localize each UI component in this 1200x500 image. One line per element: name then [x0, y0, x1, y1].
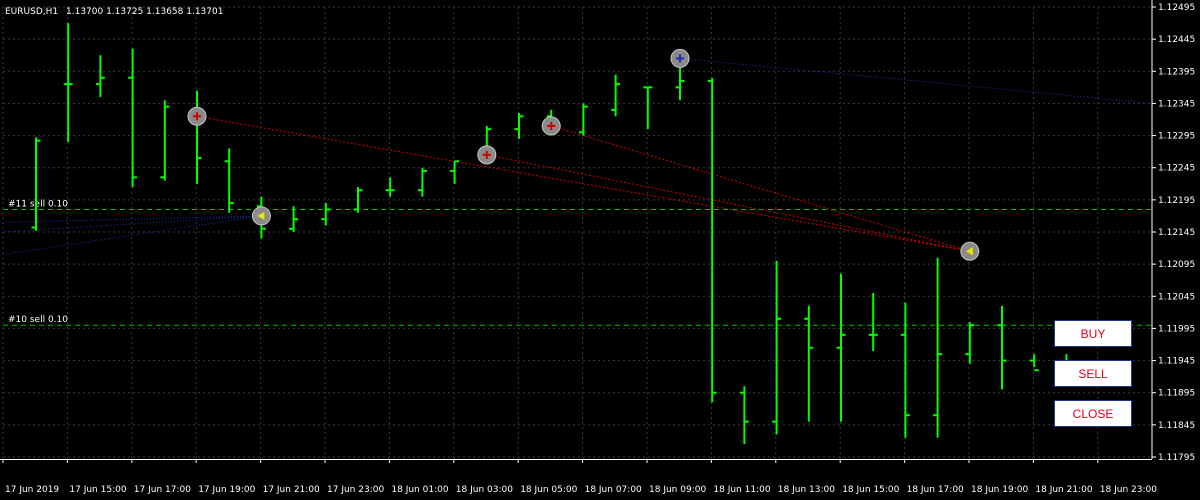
price-tick-label: 1.11945	[1158, 357, 1195, 367]
sell-marker	[477, 145, 497, 165]
close-marker	[960, 241, 980, 261]
time-tick-label: 18 Jun 03:00	[456, 485, 513, 495]
time-tick-label: 18 Jun 17:00	[907, 485, 964, 495]
close-marker	[251, 206, 271, 226]
time-tick-label: 18 Jun 15:00	[842, 485, 899, 495]
price-tick-label: 1.11795	[1158, 453, 1195, 463]
price-tick-label: 1.12095	[1158, 260, 1195, 270]
buy-button[interactable]: BUY	[1054, 320, 1132, 347]
price-tick-label: 1.11995	[1158, 324, 1195, 334]
time-tick-label: 18 Jun 21:00	[1035, 485, 1092, 495]
price-tick-label: 1.12295	[1158, 132, 1195, 142]
time-tick-label: 18 Jun 19:00	[971, 485, 1028, 495]
time-tick-label: 17 Jun 15:00	[69, 485, 126, 495]
price-chart[interactable]: #11 sell 0.10 #10 sell 0.10 1.12495 1.1244…	[0, 0, 1200, 500]
price-tick-label: 1.12445	[1158, 35, 1195, 45]
price-tick-label: 1.11845	[1158, 421, 1195, 431]
time-tick-label: 18 Jun 07:00	[585, 485, 642, 495]
price-tick-label: 1.12495	[1158, 3, 1195, 13]
time-tick-label: 17 Jun 21:00	[263, 485, 320, 495]
time-tick-label: 18 Jun 01:00	[391, 485, 448, 495]
price-tick-label: 1.11895	[1158, 389, 1195, 399]
symbol-label: EURUSD,H1	[5, 7, 58, 17]
sell-button[interactable]: SELL	[1054, 360, 1132, 387]
close-button[interactable]: CLOSE	[1054, 400, 1132, 427]
time-tick-label: 18 Jun 09:00	[649, 485, 706, 495]
time-tick-label: 17 Jun 19:00	[198, 485, 255, 495]
order-line-label: #11 sell 0.10	[8, 200, 68, 210]
price-tick-label: 1.12195	[1158, 196, 1195, 206]
time-tick-label: 17 Jun 17:00	[134, 485, 191, 495]
sell-marker	[541, 116, 561, 136]
time-tick-label: 18 Jun 23:00	[1100, 485, 1157, 495]
price-tick-label: 1.12245	[1158, 164, 1195, 174]
price-tick-label: 1.12395	[1158, 67, 1195, 77]
ohlc-readout: 1.13700 1.13725 1.13658 1.13701	[66, 7, 223, 17]
time-tick-label: 18 Jun 05:00	[520, 485, 577, 495]
price-tick-label: 1.12045	[1158, 292, 1195, 302]
time-tick-label: 17 Jun 23:00	[327, 485, 384, 495]
time-tick-label: 18 Jun 13:00	[778, 485, 835, 495]
time-tick-label: 17 Jun 2019	[5, 485, 59, 495]
price-tick-label: 1.12345	[1158, 99, 1195, 109]
order-line-label: #10 sell 0.10	[8, 315, 68, 325]
time-tick-label: 18 Jun 11:00	[713, 485, 770, 495]
buy-marker	[670, 48, 690, 68]
price-tick-label: 1.12145	[1158, 228, 1195, 238]
sell-marker	[187, 106, 207, 126]
